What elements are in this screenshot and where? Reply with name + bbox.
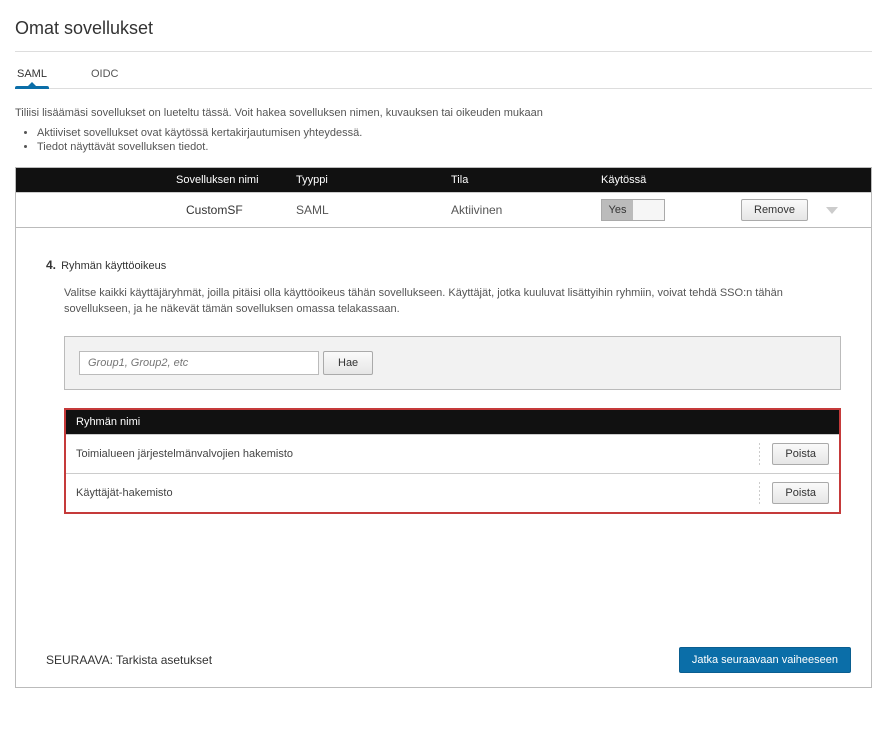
remove-button[interactable]: Remove [741, 199, 808, 221]
toggle-off-side [633, 200, 664, 220]
step-title: Ryhmän käyttöoikeus [61, 260, 166, 272]
group-row: Toimialueen järjestelmänvalvojien hakemi… [66, 434, 839, 473]
toggle-on-label: Yes [602, 200, 633, 220]
group-name: Käyttäjät-hakemisto [76, 487, 747, 499]
next-step-label: SEURAAVA: Tarkista asetukset [46, 653, 212, 667]
remove-group-button[interactable]: Poista [772, 482, 829, 504]
app-table: Sovelluksen nimi Tyyppi Tila Käytössä Cu… [15, 167, 872, 228]
intro-bullet: Aktiiviset sovellukset ovat käytössä ker… [37, 127, 872, 139]
app-row: CustomSF SAML Aktiivinen Yes Remove [16, 192, 871, 227]
intro-bullets: Aktiiviset sovellukset ovat käytössä ker… [37, 127, 872, 153]
intro-text: Tiliisi lisäämäsi sovellukset on luetelt… [15, 107, 872, 119]
app-type: SAML [296, 203, 451, 217]
group-search-box: Hae [64, 336, 841, 390]
group-table: Ryhmän nimi Toimialueen järjestelmänvalv… [64, 408, 841, 514]
page-title: Omat sovellukset [15, 10, 872, 52]
tab-oidc[interactable]: OIDC [89, 62, 121, 88]
intro-bullet: Tiedot näyttävät sovelluksen tiedot. [37, 141, 872, 153]
tab-saml[interactable]: SAML [15, 62, 49, 88]
col-status: Tila [451, 174, 601, 186]
step-heading: 4. Ryhmän käyttöoikeus [46, 258, 841, 272]
app-status: Aktiivinen [451, 203, 601, 217]
row-separator [759, 443, 760, 465]
app-table-header: Sovelluksen nimi Tyyppi Tila Käytössä [16, 168, 871, 192]
continue-button[interactable]: Jatka seuraavaan vaiheeseen [679, 647, 851, 673]
content-panel: 4. Ryhmän käyttöoikeus Valitse kaikki kä… [15, 228, 872, 688]
app-name: CustomSF [16, 203, 296, 217]
footer: SEURAAVA: Tarkista asetukset Jatka seura… [46, 647, 851, 673]
group-table-header: Ryhmän nimi [66, 410, 839, 434]
enabled-toggle[interactable]: Yes [601, 199, 665, 221]
col-app-name: Sovelluksen nimi [16, 174, 296, 186]
group-name: Toimialueen järjestelmänvalvojien hakemi… [76, 448, 747, 460]
tab-bar: SAML OIDC [15, 56, 872, 89]
chevron-down-icon[interactable] [826, 207, 838, 214]
step-number: 4. [46, 258, 56, 272]
remove-group-button[interactable]: Poista [772, 443, 829, 465]
group-row: Käyttäjät-hakemisto Poista [66, 473, 839, 512]
col-enabled: Käytössä [601, 174, 741, 186]
group-search-input[interactable] [79, 351, 319, 375]
step-description: Valitse kaikki käyttäjäryhmät, joilla pi… [64, 286, 841, 318]
row-separator [759, 482, 760, 504]
col-type: Tyyppi [296, 174, 451, 186]
search-button[interactable]: Hae [323, 351, 373, 375]
